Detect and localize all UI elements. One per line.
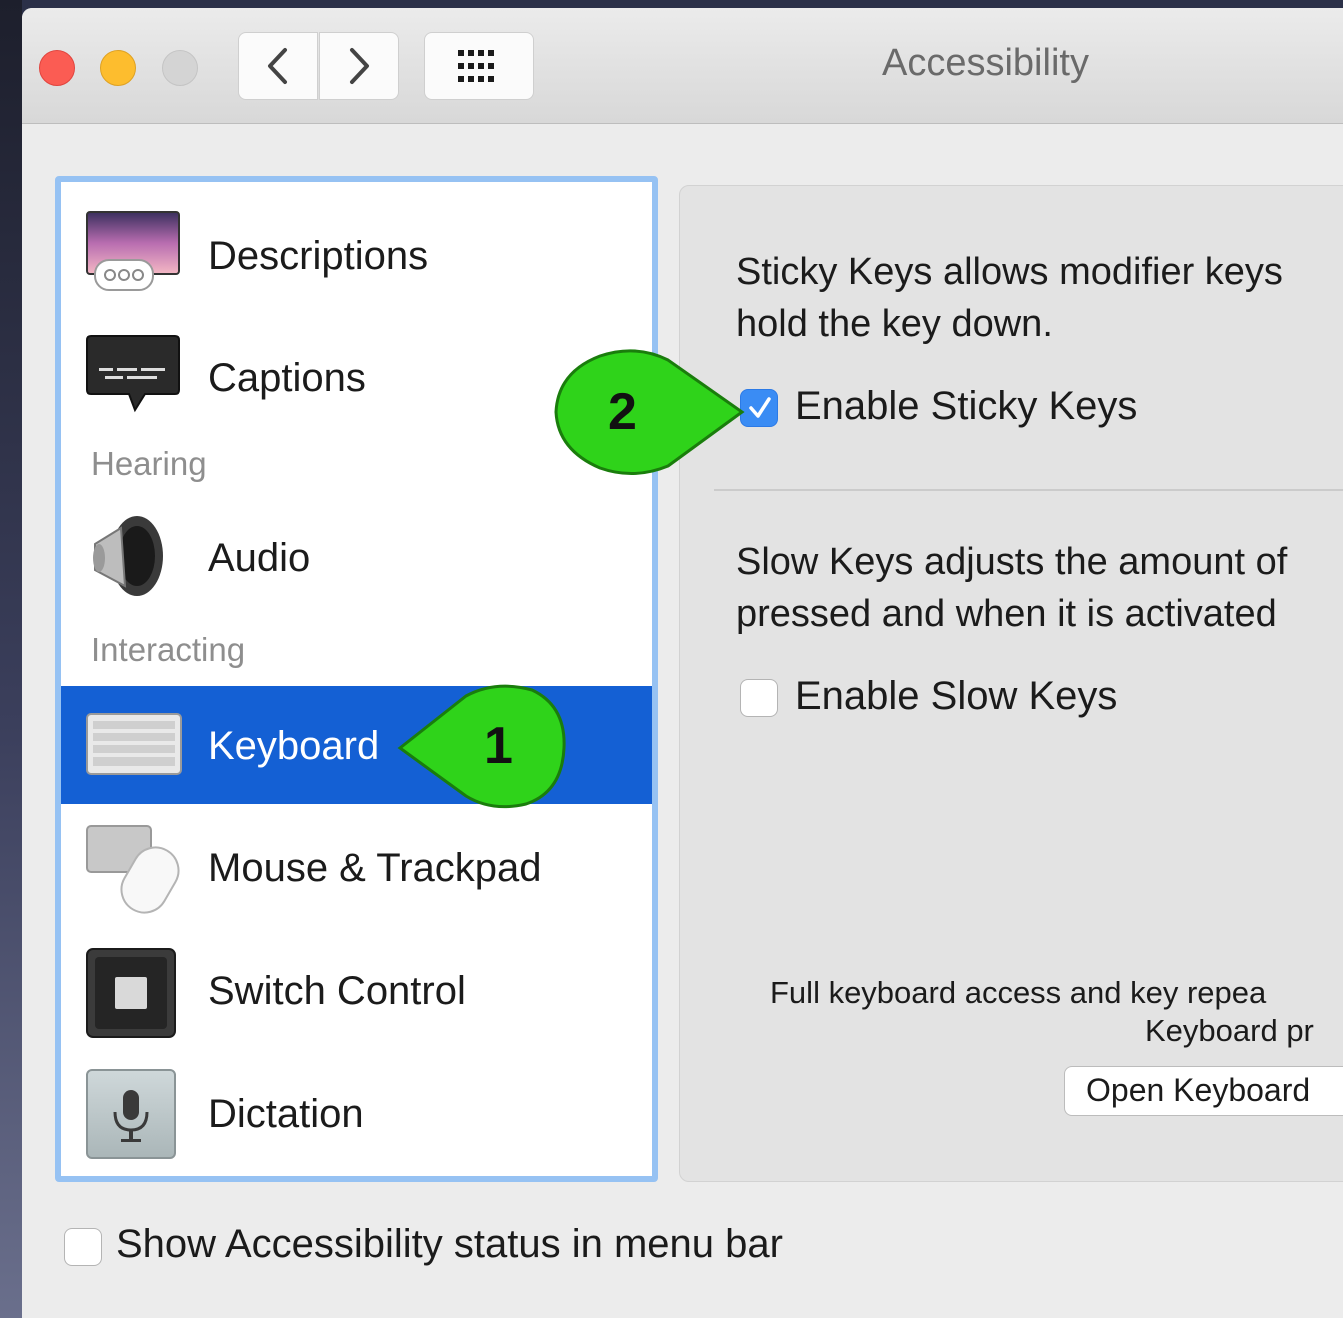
sidebar-item-dictation[interactable]: Dictation (61, 1060, 652, 1176)
section-header-hearing: Hearing (91, 445, 207, 482)
enable-slow-keys-checkbox[interactable] (740, 679, 778, 717)
zoom-button[interactable] (162, 50, 198, 86)
back-button[interactable] (238, 32, 318, 100)
microphone-icon (86, 1069, 176, 1159)
callout-two: 2 (550, 346, 746, 478)
callout-arrow-icon (554, 349, 745, 476)
section-header-interacting: Interacting (91, 631, 246, 668)
callout-number: 2 (608, 383, 637, 441)
callout-arrow-icon (397, 684, 566, 809)
callout-number: 1 (484, 717, 513, 775)
preferences-window: Accessibility Descriptions Captions Hear… (22, 8, 1343, 1318)
sidebar-item-label: Keyboard (208, 724, 380, 768)
sticky-keys-description-line1: Sticky Keys allows modifier keys (736, 251, 1283, 293)
minimize-button[interactable] (100, 50, 136, 86)
slow-keys-description-line2: pressed and when it is activated (736, 593, 1277, 635)
accessibility-sidebar[interactable]: Descriptions Captions Hearing Audio Inte… (55, 176, 658, 1182)
sidebar-item-label: Audio (208, 536, 311, 580)
sidebar-item-descriptions[interactable]: Descriptions (61, 204, 652, 322)
slow-keys-description: Slow Keys adjusts the amount of pressed … (736, 536, 1287, 640)
callout-one: 1 (396, 684, 570, 812)
sidebar-item-switch-control[interactable]: Switch Control (61, 937, 652, 1055)
sidebar-item-label: Captions (208, 356, 366, 400)
sticky-keys-description: Sticky Keys allows modifier keys hold th… (736, 246, 1283, 350)
sticky-keys-description-line2: hold the key down. (736, 303, 1053, 345)
sidebar-item-label: Switch Control (208, 969, 466, 1013)
title-bar: Accessibility (22, 8, 1343, 124)
speaker-icon (93, 516, 163, 596)
sidebar-item-label: Dictation (208, 1092, 364, 1136)
enable-slow-keys-label[interactable]: Enable Slow Keys (795, 674, 1117, 719)
enable-sticky-keys-label[interactable]: Enable Sticky Keys (795, 384, 1137, 429)
keyboard-settings-panel: Sticky Keys allows modifier keys hold th… (679, 185, 1343, 1182)
close-button[interactable] (39, 50, 75, 86)
sidebar-item-audio[interactable]: Audio (61, 500, 652, 618)
grid-icon (458, 50, 494, 82)
switch-control-icon (86, 948, 176, 1038)
forward-button[interactable] (319, 32, 399, 100)
keyboard-preferences-note-line1: Full keyboard access and key repea (770, 975, 1267, 1010)
keyboard-preferences-note-line2: Keyboard pr (1145, 1013, 1314, 1048)
chevron-left-icon (268, 48, 287, 84)
show-status-in-menu-bar-checkbox[interactable] (64, 1228, 102, 1266)
mouse-icon (86, 825, 180, 914)
sidebar-item-label: Mouse & Trackpad (208, 846, 542, 890)
chevron-right-icon (350, 48, 369, 84)
slow-keys-description-line1: Slow Keys adjusts the amount of (736, 541, 1288, 583)
section-divider (714, 489, 1343, 491)
keyboard-icon (86, 713, 182, 775)
desktop-background (0, 0, 22, 1318)
open-keyboard-preferences-button[interactable]: Open Keyboard (1064, 1066, 1343, 1116)
checkmark-icon (749, 397, 771, 418)
show-all-button[interactable] (424, 32, 534, 100)
show-status-in-menu-bar-label[interactable]: Show Accessibility status in menu bar (116, 1222, 783, 1267)
window-title: Accessibility (882, 42, 1089, 84)
sidebar-item-label: Descriptions (208, 234, 429, 278)
captions-icon (86, 335, 180, 413)
descriptions-icon (86, 211, 180, 291)
sidebar-item-mouse-trackpad[interactable]: Mouse & Trackpad (61, 814, 652, 932)
